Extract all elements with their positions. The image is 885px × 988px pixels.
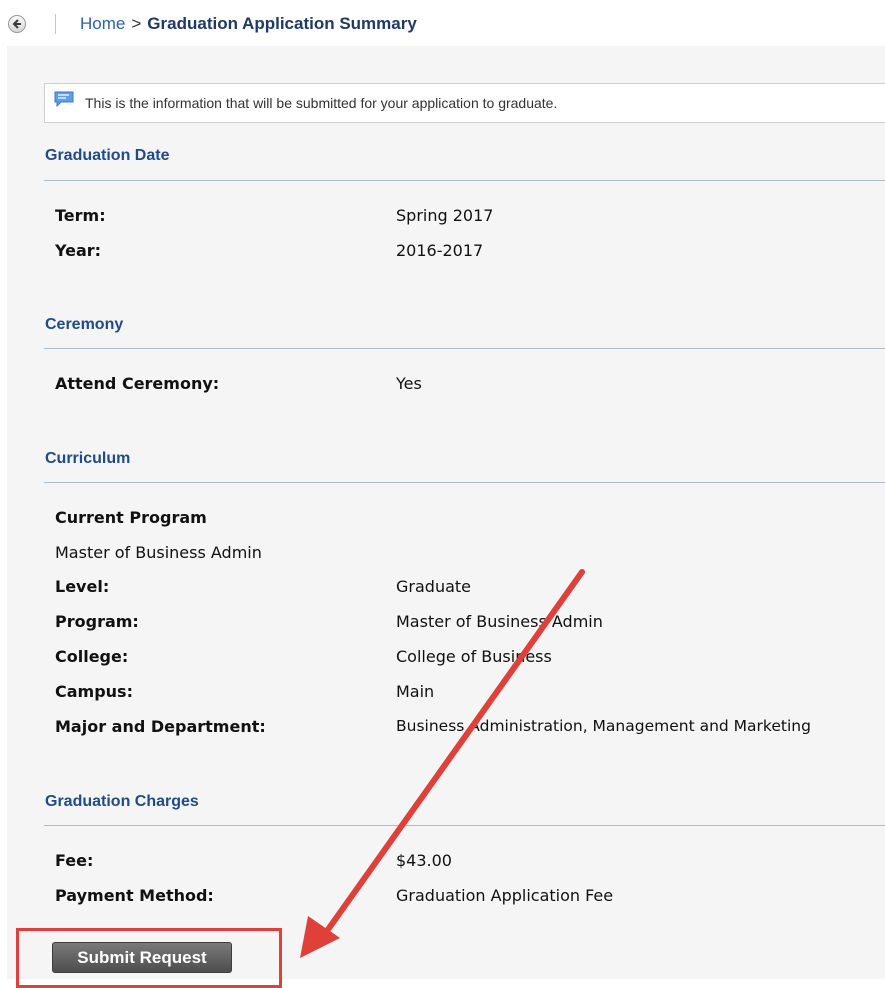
section-divider bbox=[44, 482, 885, 483]
college-value: College of Business bbox=[396, 647, 552, 666]
section-title-curriculum: Curriculum bbox=[45, 450, 131, 467]
current-program-label: Current Program bbox=[55, 508, 207, 527]
breadcrumb-separator: > bbox=[131, 14, 142, 33]
section-title-graduation-date: Graduation Date bbox=[45, 147, 170, 164]
section-title-graduation-charges: Graduation Charges bbox=[45, 793, 199, 810]
major-department-value: Business Administration, Management and … bbox=[396, 717, 811, 735]
info-message-box: This is the information that will be sub… bbox=[44, 83, 885, 123]
speech-bubble-icon bbox=[53, 91, 77, 112]
level-label: Level: bbox=[55, 577, 110, 596]
year-value: 2016-2017 bbox=[396, 241, 484, 260]
program-value: Master of Business Admin bbox=[396, 612, 603, 631]
section-divider bbox=[44, 180, 885, 181]
section-title-ceremony: Ceremony bbox=[45, 316, 124, 333]
payment-method-label: Payment Method: bbox=[55, 886, 214, 905]
campus-value: Main bbox=[396, 682, 435, 701]
submit-request-button[interactable]: Submit Request bbox=[52, 942, 232, 973]
info-message-text: This is the information that will be sub… bbox=[85, 95, 558, 111]
year-label: Year: bbox=[55, 241, 102, 260]
term-label: Term: bbox=[55, 206, 106, 225]
college-label: College: bbox=[55, 647, 129, 666]
program-label: Program: bbox=[55, 612, 139, 631]
major-department-label: Major and Department: bbox=[55, 717, 266, 736]
section-divider bbox=[44, 348, 885, 349]
section-divider bbox=[44, 825, 885, 826]
back-arrow-icon[interactable] bbox=[8, 15, 26, 33]
level-value: Graduate bbox=[396, 577, 471, 596]
current-program-value: Master of Business Admin bbox=[55, 543, 262, 562]
payment-method-value: Graduation Application Fee bbox=[396, 886, 614, 905]
toolbar-divider bbox=[55, 14, 56, 34]
term-value: Spring 2017 bbox=[396, 206, 494, 225]
breadcrumb-current: Graduation Application Summary bbox=[147, 14, 417, 33]
attend-ceremony-value: Yes bbox=[396, 374, 422, 393]
fee-value: $43.00 bbox=[396, 851, 452, 870]
fee-label: Fee: bbox=[55, 851, 94, 870]
breadcrumb-home-link[interactable]: Home bbox=[80, 14, 125, 33]
campus-label: Campus: bbox=[55, 682, 133, 701]
top-bar: Home > Graduation Application Summary bbox=[0, 0, 885, 46]
breadcrumb: Home > Graduation Application Summary bbox=[80, 14, 417, 34]
attend-ceremony-label: Attend Ceremony: bbox=[55, 374, 220, 393]
